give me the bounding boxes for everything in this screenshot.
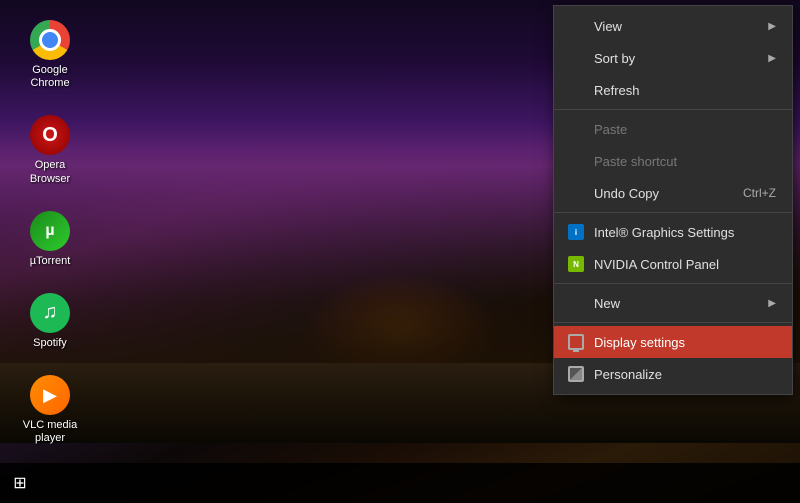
nvidia-icon: N [566, 254, 586, 274]
paste-icon [566, 119, 586, 139]
spotify-label: Spotify [33, 337, 67, 350]
separator-1 [554, 109, 792, 110]
display-settings-icon [566, 332, 586, 352]
view-arrow: ▶ [768, 21, 776, 32]
undo-shortcut: Ctrl+Z [743, 186, 776, 200]
separator-2 [554, 212, 792, 213]
nvidia-icon-svg: N [568, 256, 584, 272]
sort-arrow: ▶ [768, 53, 776, 64]
new-arrow: ▶ [768, 298, 776, 309]
personalize-label: Personalize [594, 367, 776, 382]
menu-item-paste: Paste [554, 113, 792, 145]
vlc-icon-img: ▶ [30, 375, 70, 415]
menu-item-new[interactable]: New ▶ [554, 287, 792, 319]
start-button[interactable]: ⊞ [0, 463, 40, 503]
undo-label: Undo Copy [594, 186, 723, 201]
vlc-label: VLC media player [20, 419, 80, 445]
new-label: New [594, 296, 768, 311]
utorrent-icon-img: µ [30, 211, 70, 251]
taskbar: ⊞ [0, 463, 800, 503]
display-settings-label: Display settings [594, 335, 776, 350]
menu-item-undo-copy[interactable]: Undo Copy Ctrl+Z [554, 177, 792, 209]
refresh-icon [566, 80, 586, 100]
refresh-label: Refresh [594, 83, 776, 98]
menu-item-sort-by[interactable]: Sort by ▶ [554, 42, 792, 74]
paste-label: Paste [594, 122, 776, 137]
spotify-icon-desktop[interactable]: ♫ Spotify [15, 288, 85, 355]
new-icon [566, 293, 586, 313]
separator-3 [554, 283, 792, 284]
opera-icon-img: O [30, 115, 70, 155]
utorrent-icon-desktop[interactable]: µ µTorrent [15, 206, 85, 273]
spotify-icon-img: ♫ [30, 293, 70, 333]
chrome-icon-img [30, 20, 70, 60]
menu-item-refresh[interactable]: Refresh [554, 74, 792, 106]
paste-shortcut-label: Paste shortcut [594, 154, 776, 169]
menu-item-paste-shortcut: Paste shortcut [554, 145, 792, 177]
sort-label: Sort by [594, 51, 768, 66]
menu-item-view[interactable]: View ▶ [554, 10, 792, 42]
menu-item-display-settings[interactable]: Display settings [554, 326, 792, 358]
separator-4 [554, 322, 792, 323]
chrome-label: Google Chrome [20, 64, 80, 90]
utorrent-label: µTorrent [30, 255, 71, 268]
view-icon [566, 16, 586, 36]
intel-icon: i [566, 222, 586, 242]
intel-icon-svg: i [568, 224, 584, 240]
menu-item-nvidia[interactable]: N NVIDIA Control Panel [554, 248, 792, 280]
menu-item-personalize[interactable]: Personalize [554, 358, 792, 390]
paste-shortcut-icon [566, 151, 586, 171]
undo-icon [566, 183, 586, 203]
desktop-icons-container: Google Chrome O Opera Browser µ µTorrent… [0, 0, 85, 461]
view-label: View [594, 19, 768, 34]
context-menu: View ▶ Sort by ▶ Refresh Paste Paste sho… [553, 5, 793, 395]
chrome-icon-desktop[interactable]: Google Chrome [15, 15, 85, 95]
personalize-icon-svg [568, 366, 584, 382]
vlc-icon-desktop[interactable]: ▶ VLC media player [15, 370, 85, 450]
intel-label: Intel® Graphics Settings [594, 225, 776, 240]
personalize-icon [566, 364, 586, 384]
opera-label: Opera Browser [20, 159, 80, 185]
sort-icon [566, 48, 586, 68]
opera-icon-desktop[interactable]: O Opera Browser [15, 110, 85, 190]
display-icon-svg [568, 334, 584, 350]
nvidia-label: NVIDIA Control Panel [594, 257, 776, 272]
menu-item-intel[interactable]: i Intel® Graphics Settings [554, 216, 792, 248]
